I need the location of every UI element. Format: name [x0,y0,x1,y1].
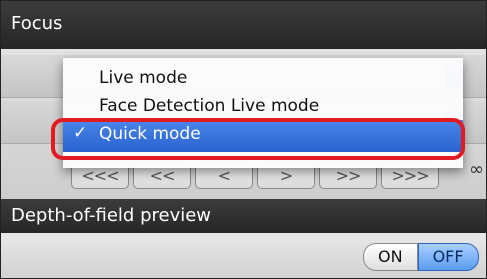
menu-item-label: Face Detection Live mode [99,96,320,116]
checkmark-icon: ✓ [73,123,88,143]
menu-item-quick-mode[interactable]: ✓ Quick mode [63,120,463,152]
focus-settings-panel: Focus <<< << < > >> >>> ∞ Depth-of-field… [0,0,487,279]
menu-item-label: Live mode [99,68,188,88]
depth-of-field-title: Depth-of-field preview [11,205,212,226]
dof-on-button[interactable]: ON [363,243,418,271]
depth-of-field-toggle: ON OFF [363,243,479,271]
focus-title: Focus [11,13,63,34]
depth-of-field-header: Depth-of-field preview [1,199,486,233]
focus-mode-menu: Live mode Face Detection Live mode ✓ Qui… [63,58,463,168]
menu-item-live-mode[interactable]: Live mode [63,64,463,94]
menu-item-face-detection-live-mode[interactable]: Face Detection Live mode [63,92,463,122]
dof-off-button[interactable]: OFF [417,243,479,271]
infinity-icon: ∞ [469,159,484,180]
focus-section-header: Focus [1,1,486,49]
menu-item-label: Quick mode [99,124,201,144]
depth-of-field-body: ON OFF [1,233,486,278]
